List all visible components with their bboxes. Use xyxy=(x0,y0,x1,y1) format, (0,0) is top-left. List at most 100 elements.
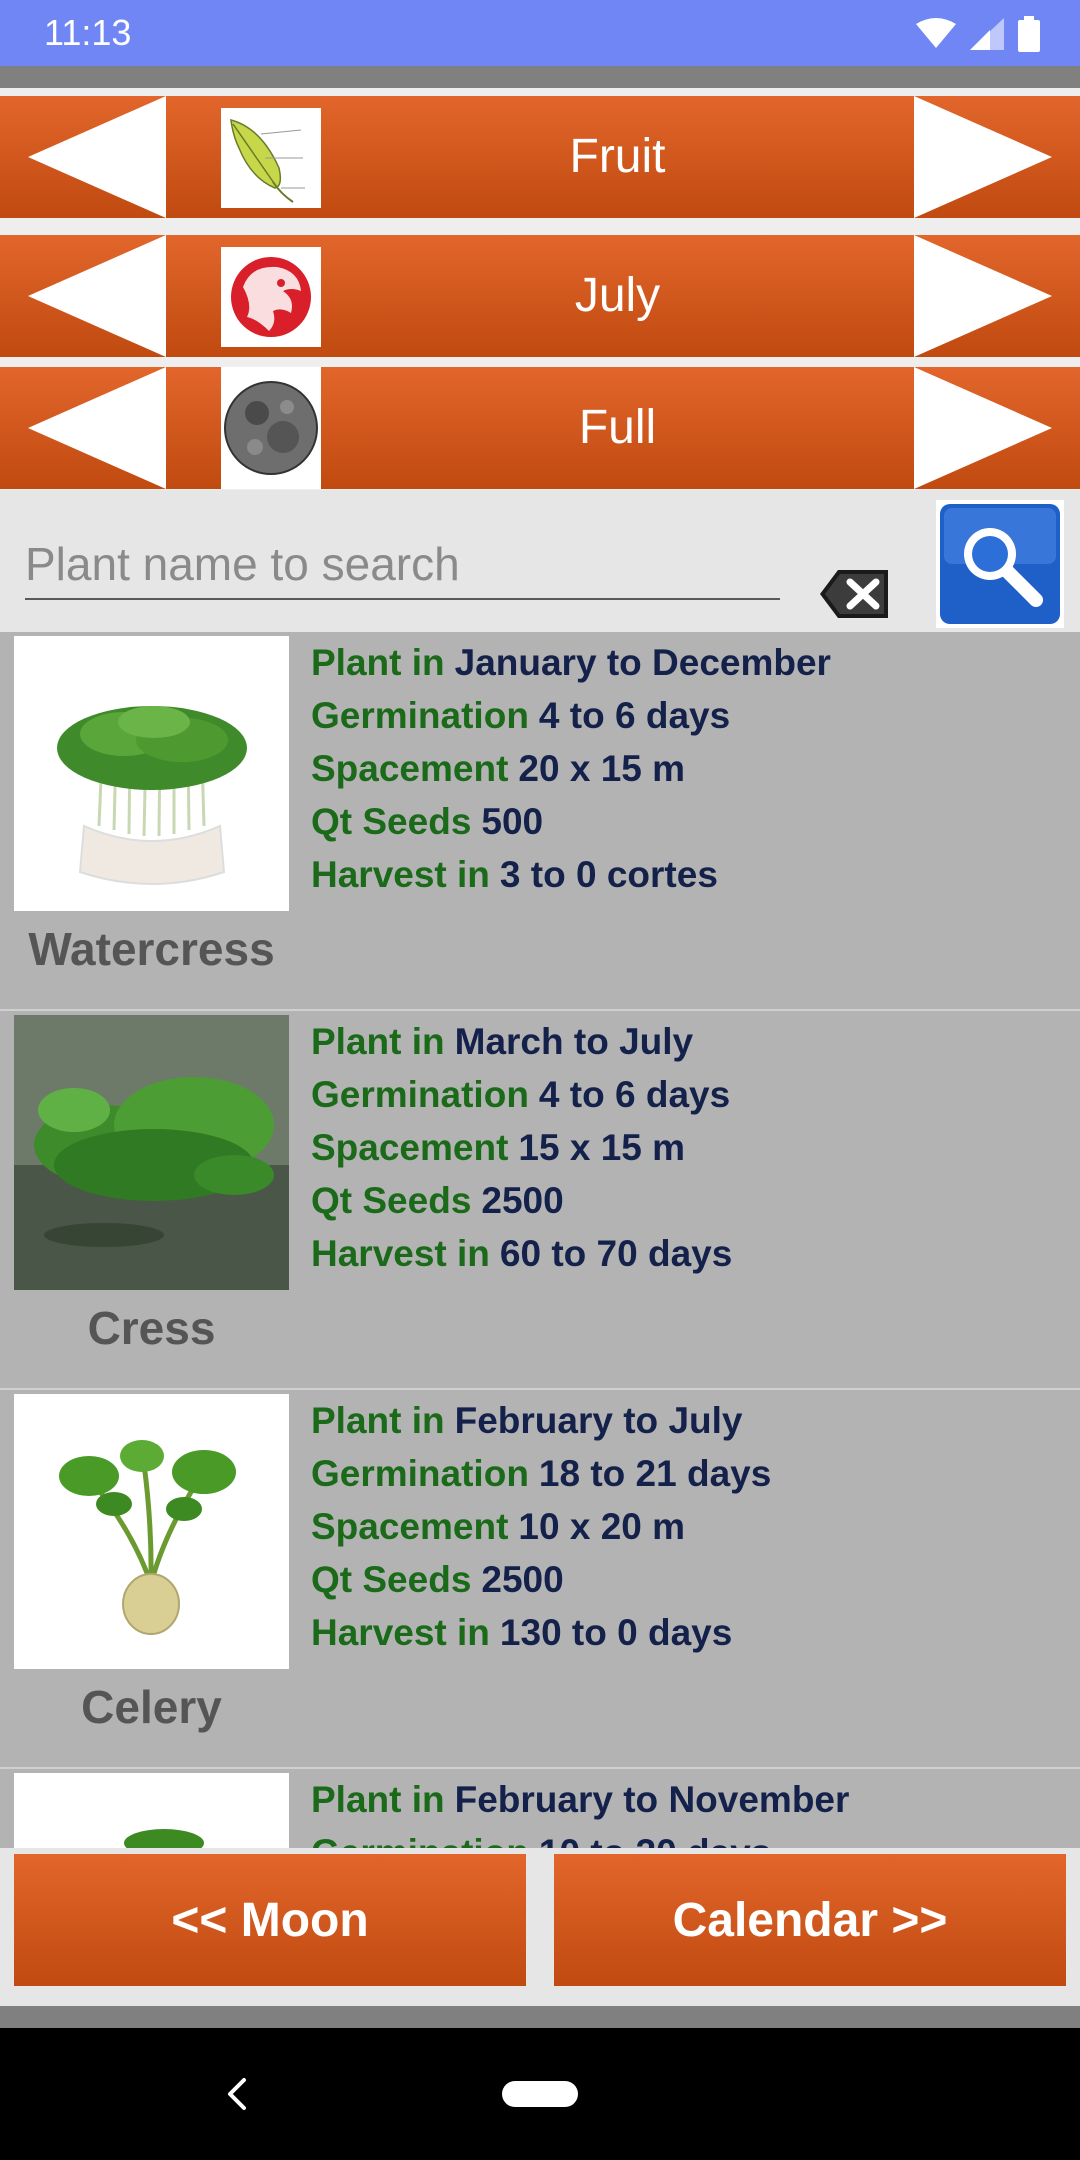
spacement-row: Spacement 10 x 20 m xyxy=(311,1500,771,1553)
month-selector: July xyxy=(0,235,1080,357)
plant-list[interactable]: Watercress Plant in January to December G… xyxy=(0,632,1080,1848)
bottom-button-bar: << Moon Calendar >> xyxy=(0,1848,1080,2006)
arrow-right-icon xyxy=(914,367,1052,489)
month-label: July xyxy=(574,269,661,322)
harvest-in-row: Harvest in 130 to 0 days xyxy=(311,1606,771,1659)
spacement-value: 10 x 20 m xyxy=(518,1506,686,1547)
plant-in-value: March to July xyxy=(454,1021,694,1062)
germination-value: 10 to 20 days xyxy=(539,1832,771,1848)
category-selector: Fruit xyxy=(0,96,1080,218)
status-bar: 11:13 xyxy=(0,0,1080,66)
full-moon-icon xyxy=(221,367,321,489)
category-next-button[interactable] xyxy=(914,96,1080,218)
plant-in-value: February to November xyxy=(454,1779,850,1820)
plant-details: Plant in February to July Germination 18 t… xyxy=(311,1394,771,1659)
search-input[interactable] xyxy=(25,530,780,600)
month-prev-button[interactable] xyxy=(0,235,166,357)
plant-in-row: Plant in February to July xyxy=(311,1394,771,1447)
harvest-in-label: Harvest in xyxy=(311,1612,490,1653)
spacement-value: 15 x 15 m xyxy=(518,1127,686,1168)
status-time: 11:13 xyxy=(44,12,132,53)
qt-seeds-row: Qt Seeds 2500 xyxy=(311,1174,732,1227)
harvest-in-row: Harvest in 60 to 70 days xyxy=(311,1227,732,1280)
arrow-left-icon xyxy=(28,235,166,357)
system-nav-bar xyxy=(0,2028,1080,2160)
harvest-in-label: Harvest in xyxy=(311,854,490,895)
plant-in-row: Plant in March to July xyxy=(311,1015,732,1068)
cellular-signal-icon xyxy=(970,18,1004,50)
germination-row: Germination 4 to 6 days xyxy=(311,1068,732,1121)
battery-icon xyxy=(1018,16,1040,52)
plant-item[interactable]: Watercress Plant in January to December G… xyxy=(0,632,1080,1011)
plant-item[interactable]: Cress Plant in March to July Germination 4… xyxy=(0,1011,1080,1390)
moon-phase-display: Full xyxy=(166,367,914,489)
spacement-label: Spacement xyxy=(311,1127,509,1168)
germination-value: 18 to 21 days xyxy=(538,1453,772,1494)
moon-phase-selector: Full xyxy=(0,367,1080,489)
germination-label: Germination xyxy=(311,1832,529,1848)
search-button[interactable] xyxy=(936,500,1064,628)
spacement-label: Spacement xyxy=(311,748,509,789)
status-icons xyxy=(916,14,1040,54)
moon-phase-label: Full xyxy=(578,401,657,454)
moon-phase-prev-button[interactable] xyxy=(0,367,166,489)
category-display: Fruit xyxy=(166,96,914,218)
plant-details: Plant in January to December Germination 4… xyxy=(311,636,831,901)
clear-search-button[interactable] xyxy=(818,568,890,620)
month-next-button[interactable] xyxy=(914,235,1080,357)
month-display: July xyxy=(166,235,914,357)
plant-in-row: Plant in February to November xyxy=(311,1773,849,1826)
plant-details: Plant inFebruary to November Germination… xyxy=(311,1773,849,1848)
calendar-button[interactable]: Calendar >> xyxy=(554,1854,1066,1986)
germination-label: Germination xyxy=(311,1453,529,1494)
qt-seeds-value: 2500 xyxy=(481,1559,564,1600)
harvest-in-value: 130 to 0 days xyxy=(499,1612,733,1653)
germination-label: Germination xyxy=(311,1074,529,1115)
plant-in-label: Plant in xyxy=(311,1021,445,1062)
arrow-left-icon xyxy=(28,367,166,489)
plant-name: Celery xyxy=(81,1681,222,1733)
germination-value: 4 to 6 days xyxy=(538,1074,731,1115)
wifi-icon xyxy=(916,18,956,48)
plant-in-row: Plant in January to December xyxy=(311,636,831,689)
plant-in-label: Plant in xyxy=(311,1779,445,1820)
qt-seeds-label: Qt Seeds xyxy=(311,801,472,842)
home-pill-button[interactable] xyxy=(502,2081,578,2107)
harvest-in-value: 60 to 70 days xyxy=(499,1233,733,1274)
plant-name: Watercress xyxy=(28,923,275,975)
germination-label: Germination xyxy=(311,695,529,736)
harvest-in-value: 3 to 0 cortes xyxy=(499,854,718,895)
arrow-right-icon xyxy=(914,96,1052,218)
leo-zodiac-icon xyxy=(221,247,321,347)
plant-item[interactable]: Celery Plant in February to July Germinat… xyxy=(0,1390,1080,1769)
plant-item[interactable]: Plant inFebruary to November Germination… xyxy=(0,1769,1080,1848)
footer-divider xyxy=(0,2006,1080,2028)
spacement-value: 20 x 15 m xyxy=(518,748,686,789)
qt-seeds-label: Qt Seeds xyxy=(311,1180,472,1221)
germination-value: 4 to 6 days xyxy=(538,695,731,736)
qt-seeds-value: 2500 xyxy=(481,1180,564,1221)
leaf-diagram-icon xyxy=(221,108,321,208)
category-prev-button[interactable] xyxy=(0,96,166,218)
plant-details: Plant in March to July Germination 4 to 6 … xyxy=(311,1015,732,1280)
plant-image xyxy=(14,1394,289,1669)
moon-button[interactable]: << Moon xyxy=(14,1854,526,1986)
search-icon xyxy=(940,504,1060,624)
plant-in-value: February to July xyxy=(454,1400,743,1441)
plant-image xyxy=(14,636,289,911)
plant-in-label: Plant in xyxy=(311,1400,445,1441)
harvest-in-label: Harvest in xyxy=(311,1233,490,1274)
moon-phase-next-button[interactable] xyxy=(914,367,1080,489)
back-chevron-icon[interactable] xyxy=(222,2072,252,2116)
search-bar xyxy=(0,490,1080,632)
category-label: Fruit xyxy=(569,130,666,183)
qt-seeds-row: Qt Seeds 500 xyxy=(311,795,831,848)
arrow-right-icon xyxy=(914,235,1052,357)
spacement-row: Spacement 15 x 15 m xyxy=(311,1121,732,1174)
spacement-row: Spacement 20 x 15 m xyxy=(311,742,831,795)
plant-image xyxy=(14,1773,289,1848)
backspace-clear-icon xyxy=(820,570,888,618)
arrow-left-icon xyxy=(28,96,166,218)
header-divider xyxy=(0,66,1080,88)
plant-in-value: January to December xyxy=(454,642,831,683)
